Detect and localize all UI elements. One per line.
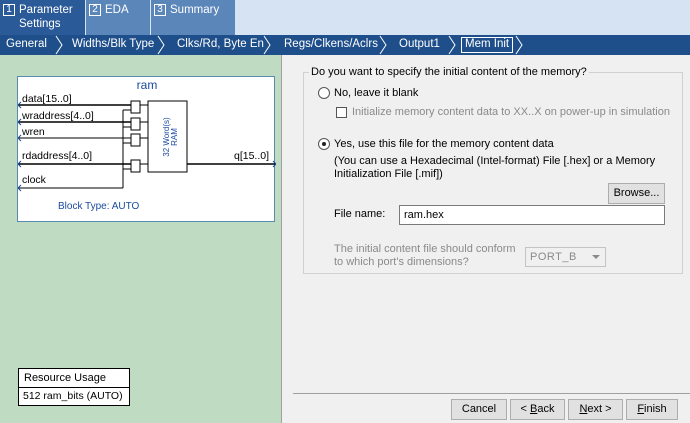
port-wraddress: wraddress[4..0] <box>22 110 94 122</box>
chevron-right-icon <box>263 35 271 55</box>
step-label: Summary <box>170 4 220 16</box>
port-dimension-value: PORT_B <box>530 251 577 263</box>
file-hint-line2: Initialization File [.mif]) <box>334 168 443 180</box>
radio-leave-blank[interactable] <box>318 87 330 99</box>
init-xx-checkbox[interactable] <box>336 107 347 118</box>
file-hint-line1: (You can use a Hexadecimal (Intel-format… <box>334 155 656 167</box>
browse-button[interactable]: Browse... <box>608 183 665 204</box>
ram-block-type: RAM <box>170 128 179 146</box>
step-summary[interactable]: 3 Summary <box>151 0 235 35</box>
port-data: data[15..0] <box>22 93 72 105</box>
chevron-right-icon <box>448 35 456 55</box>
tab-clks-rd-byte-en[interactable]: Clks/Rd, Byte En <box>177 35 264 55</box>
wizard-steps: 1 Parameter Settings 2 EDA 3 Summary <box>0 0 690 35</box>
chevron-right-icon <box>515 35 523 55</box>
port-q: q[15..0] <box>234 150 270 162</box>
port-rdaddress: rdaddress[4..0] <box>22 150 93 162</box>
ram-symbol-diagram: 32 Word(s) RAM data[15..0] wraddress[4..… <box>17 76 276 222</box>
group-title: Do you want to specify the initial conte… <box>309 66 589 78</box>
resource-usage-value: 512 ram_bits (AUTO) <box>23 390 123 402</box>
step-number: 3 <box>154 4 166 16</box>
radio-use-file[interactable] <box>318 138 330 150</box>
tab-mem-init[interactable]: Mem Init <box>461 37 514 53</box>
step-number: 2 <box>89 4 101 16</box>
tab-general[interactable]: General <box>6 35 47 55</box>
step-label: Parameter Settings <box>19 4 73 30</box>
radio-use-file-label[interactable]: Yes, use this file for the memory conten… <box>334 138 554 151</box>
resource-usage-header: Resource Usage <box>19 369 129 388</box>
step-number: 1 <box>3 4 15 16</box>
conform-label-line2: to which port's dimensions? <box>334 256 469 268</box>
step-eda[interactable]: 2 EDA <box>86 0 150 35</box>
chevron-right-icon <box>55 35 63 55</box>
port-wren: wren <box>22 126 45 138</box>
step-label: EDA <box>105 4 129 16</box>
tab-regs-clkens-aclrs[interactable]: Regs/Clkens/Aclrs <box>284 35 378 55</box>
resource-usage-table: Resource Usage 512 ram_bits (AUTO) <box>18 368 130 406</box>
chevron-right-icon <box>157 35 165 55</box>
cancel-button[interactable]: Cancel <box>451 399 507 420</box>
back-button[interactable]: < Back <box>510 399 565 420</box>
step-parameter-settings[interactable]: 1 Parameter Settings <box>0 0 85 35</box>
port-dimension-select[interactable]: PORT_B <box>525 247 606 267</box>
ram-title: ram <box>136 78 158 92</box>
footer-divider <box>293 393 690 394</box>
breadcrumb: General Widths/Blk Type Clks/Rd, Byte En… <box>0 35 690 55</box>
next-button[interactable]: Next > <box>568 399 623 420</box>
radio-leave-blank-label[interactable]: No, leave it blank <box>334 87 418 100</box>
chevron-right-icon <box>379 35 387 55</box>
tab-widths-blk-type[interactable]: Widths/Blk Type <box>72 35 154 55</box>
chevron-down-icon <box>592 255 600 259</box>
finish-button[interactable]: Finish <box>626 399 678 420</box>
tab-output1[interactable]: Output1 <box>399 35 440 55</box>
init-xx-label: Initialize memory content data to XX..X … <box>352 106 670 118</box>
block-type-label: Block Type: AUTO <box>58 201 140 212</box>
file-name-input[interactable]: ram.hex <box>399 205 665 225</box>
port-clock: clock <box>22 174 46 186</box>
conform-label-line1: The initial content file should conform <box>334 243 516 255</box>
file-name-label: File name: <box>334 208 386 220</box>
